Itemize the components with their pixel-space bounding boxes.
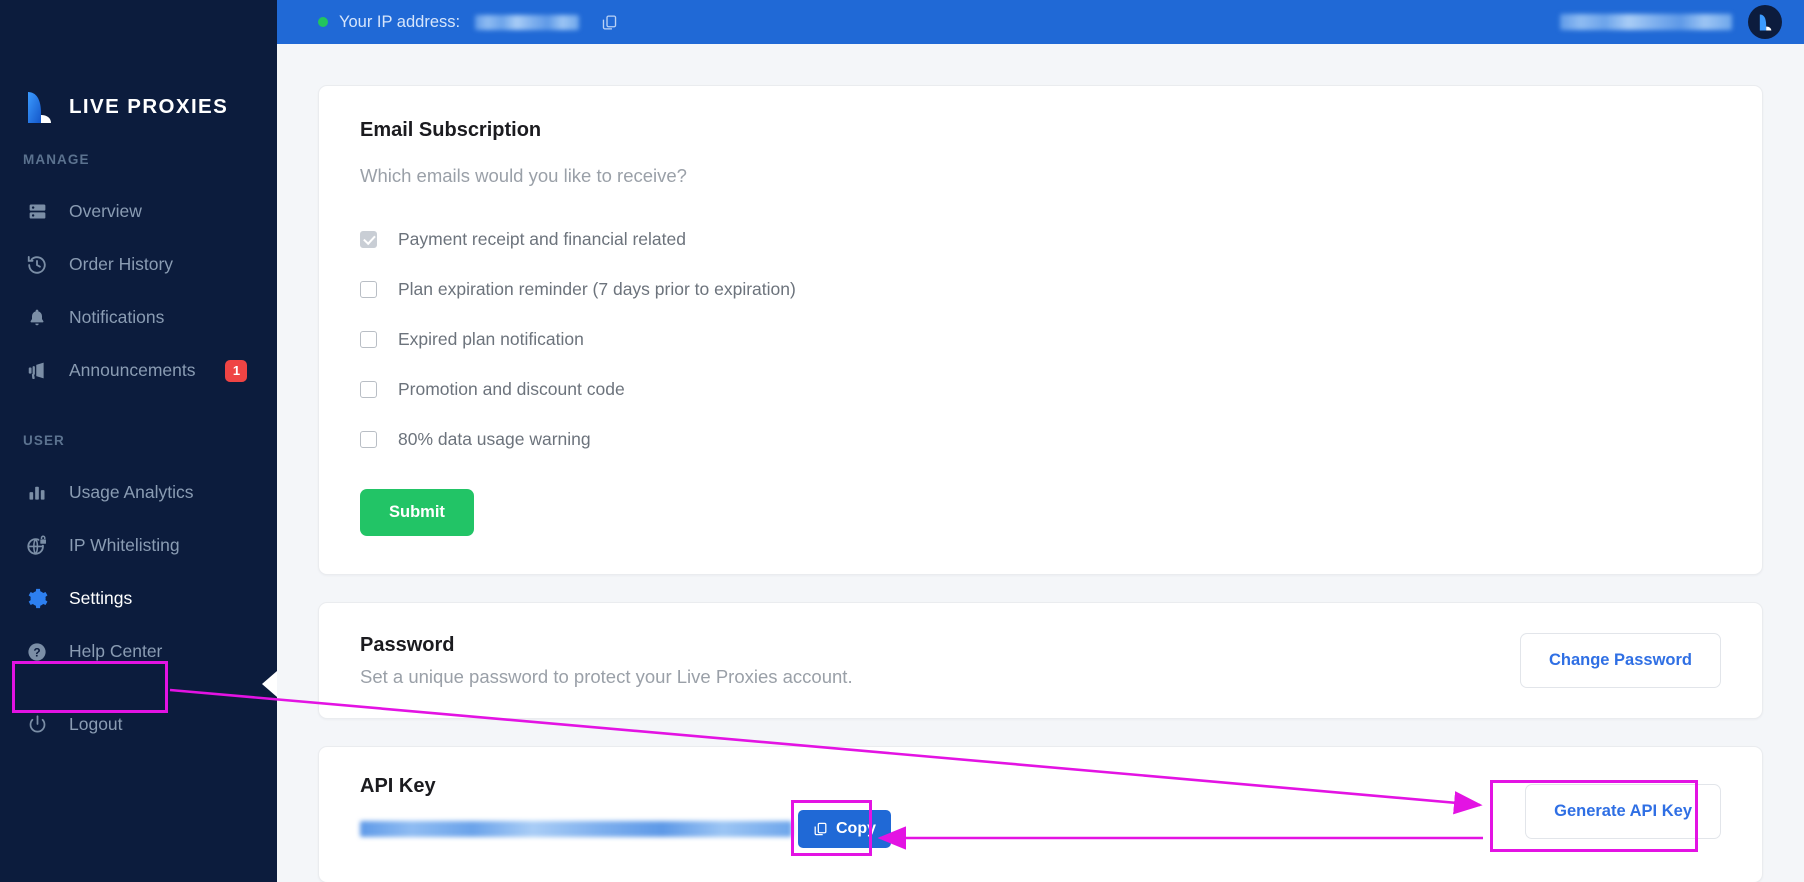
- api-key-block: API Key Copy: [360, 775, 1525, 848]
- question-mark-icon: ?: [24, 639, 50, 665]
- api-key-row: Copy: [360, 810, 1525, 848]
- password-text-block: Password Set a unique password to protec…: [360, 634, 1520, 688]
- checkbox-payment-receipt[interactable]: [360, 230, 377, 248]
- password-card: Password Set a unique password to protec…: [318, 602, 1763, 719]
- checkbox-label: Plan expiration reminder (7 days prior t…: [398, 278, 796, 299]
- sidebar-item-logout[interactable]: Logout: [0, 698, 277, 751]
- copy-icon: [813, 821, 828, 837]
- checkbox-row[interactable]: 80% data usage warning: [360, 414, 1721, 464]
- sidebar-item-label: Logout: [69, 714, 123, 734]
- sidebar-item-label: Overview: [69, 201, 142, 221]
- api-key-card: API Key Copy Generate API Key: [318, 746, 1763, 882]
- megaphone-icon: [24, 358, 50, 384]
- online-dot-icon: [318, 17, 328, 27]
- email-options-list: Payment receipt and financial related Pl…: [360, 214, 1721, 464]
- generate-api-key-button[interactable]: Generate API Key: [1525, 784, 1721, 839]
- submit-button[interactable]: Submit: [360, 489, 474, 536]
- nav-section-user: USER Usage Analytics IP Whitelisting Set…: [0, 433, 277, 751]
- copy-api-key-button[interactable]: Copy: [798, 810, 891, 848]
- email-subscription-card: Email Subscription Which emails would yo…: [318, 85, 1763, 575]
- page-title: Email Subscription: [360, 119, 542, 141]
- user-name: [1560, 14, 1732, 30]
- bar-chart-icon: [24, 480, 50, 506]
- svg-text:?: ?: [33, 645, 40, 659]
- sidebar-item-overview[interactable]: Overview: [0, 185, 277, 238]
- sidebar-item-label: Help Center: [69, 641, 163, 661]
- sidebar-edge-pointer: [262, 671, 277, 697]
- checkbox-label: Promotion and discount code: [398, 378, 625, 399]
- ip-address-display: Your IP address:: [318, 13, 618, 32]
- change-password-button[interactable]: Change Password: [1519, 633, 1721, 688]
- copy-api-key-label: Copy: [836, 820, 876, 837]
- checkbox-plan-expiration-reminder[interactable]: [360, 280, 377, 298]
- checkbox-promotion-discount-code[interactable]: [360, 380, 377, 398]
- checkbox-row[interactable]: Expired plan notification: [360, 314, 1721, 364]
- top-bar: Your IP address:: [277, 0, 1804, 44]
- main-content: Email Subscription Which emails would yo…: [277, 44, 1804, 882]
- bell-icon: [24, 305, 50, 331]
- checkbox-row[interactable]: Plan expiration reminder (7 days prior t…: [360, 264, 1721, 314]
- sidebar-item-label: Announcements: [69, 360, 196, 380]
- announcements-badge: 1: [225, 359, 248, 382]
- checkbox-row[interactable]: Promotion and discount code: [360, 364, 1721, 414]
- sidebar-item-settings[interactable]: Settings: [0, 572, 277, 625]
- sidebar-item-label: IP Whitelisting: [69, 535, 180, 555]
- sidebar-item-label: Usage Analytics: [69, 482, 194, 502]
- live-proxies-logo-icon: [22, 87, 56, 127]
- server-icon: [24, 199, 50, 225]
- ip-address-value: [475, 14, 580, 30]
- password-title: Password: [360, 633, 455, 656]
- nav-section-title-user: USER: [23, 433, 65, 448]
- brand-name: LIVE PROXIES: [69, 95, 229, 118]
- globe-lock-icon: [24, 533, 50, 559]
- sidebar-item-label: Notifications: [69, 307, 165, 327]
- checkbox-data-usage-warning[interactable]: [360, 430, 377, 448]
- checkbox-label: Payment receipt and financial related: [398, 228, 686, 249]
- checkbox-label: Expired plan notification: [398, 328, 584, 349]
- history-clock-icon: [24, 252, 50, 278]
- email-subscription-subtitle: Which emails would you like to receive?: [360, 165, 687, 186]
- gear-icon: [24, 586, 50, 612]
- sidebar: LIVE PROXIES MANAGE Overview Order Histo…: [0, 0, 277, 882]
- sidebar-item-label: Settings: [69, 588, 133, 608]
- sidebar-item-help-center[interactable]: ? Help Center: [0, 625, 277, 678]
- power-icon: [24, 712, 50, 738]
- password-description: Set a unique password to protect your Li…: [360, 665, 853, 687]
- api-key-title: API Key: [360, 775, 436, 797]
- brand-logo[interactable]: LIVE PROXIES: [0, 0, 277, 152]
- sidebar-item-notifications[interactable]: Notifications: [0, 291, 277, 344]
- ip-address-label: Your IP address:: [339, 12, 461, 31]
- sidebar-item-usage-analytics[interactable]: Usage Analytics: [0, 466, 277, 519]
- sidebar-item-ip-whitelisting[interactable]: IP Whitelisting: [0, 519, 277, 572]
- checkbox-expired-plan-notification[interactable]: [360, 330, 377, 348]
- sidebar-item-announcements[interactable]: Announcements 1: [0, 344, 277, 397]
- topbar-user-area: [1560, 5, 1782, 39]
- copy-icon[interactable]: [601, 13, 618, 32]
- nav-section-manage: MANAGE Overview Order History Notificati…: [0, 152, 277, 397]
- nav-section-title-manage: MANAGE: [23, 152, 90, 167]
- checkbox-label: 80% data usage warning: [398, 428, 591, 449]
- api-key-value: [360, 821, 792, 837]
- checkbox-row[interactable]: Payment receipt and financial related: [360, 214, 1721, 264]
- sidebar-item-label: Order History: [69, 254, 174, 274]
- user-avatar[interactable]: [1748, 5, 1782, 39]
- sidebar-item-order-history[interactable]: Order History: [0, 238, 277, 291]
